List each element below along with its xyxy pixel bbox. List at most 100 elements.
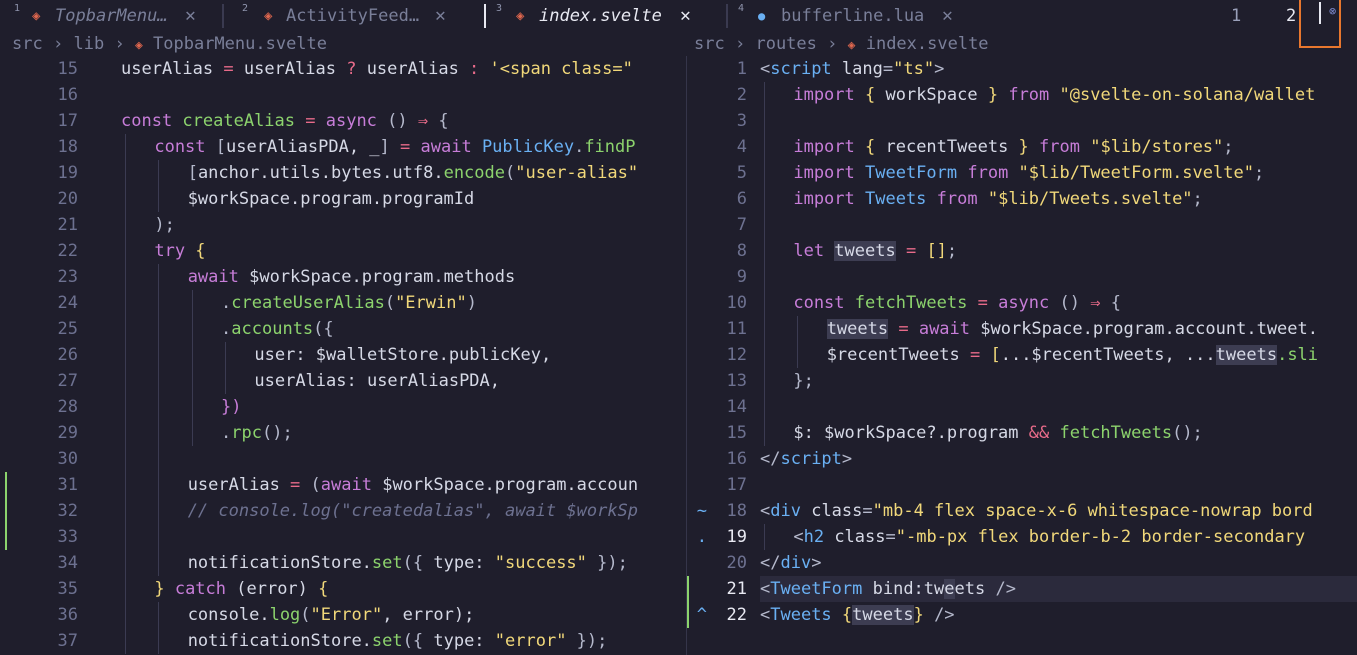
code-token: async — [325, 111, 388, 131]
code-token: console. — [187, 605, 270, 625]
tab-index-svelte[interactable]: 3 ◈ index.svelte ✕ — [490, 0, 720, 32]
line-number: 16 — [726, 449, 747, 469]
code-token: < — [760, 59, 771, 79]
code-token: (); — [1172, 423, 1203, 443]
tabpage-2[interactable]: 2 — [1286, 0, 1296, 32]
code-line[interactable]: $: $workSpace?.program && fetchTweets(); — [793, 420, 1202, 446]
breadcrumb-item[interactable]: routes — [755, 34, 816, 54]
tab-number: 2 — [242, 3, 249, 14]
close-icon[interactable]: ✕ — [185, 0, 196, 32]
code-line[interactable]: user: $walletStore.publicKey, — [254, 342, 551, 368]
code-line[interactable]: }) — [221, 394, 241, 420]
code-line[interactable]: }; — [793, 368, 813, 394]
line-number: 2 — [736, 85, 747, 105]
code-line[interactable]: <div class="mb-4 flex space-x-6 whitespa… — [760, 498, 1313, 524]
line-number: 16 — [57, 85, 78, 105]
breadcrumb-item[interactable]: src — [694, 34, 725, 54]
indent-guide — [764, 186, 765, 212]
indent-guide — [125, 472, 126, 498]
code-line[interactable]: const fetchTweets = async () ⇒ { — [793, 290, 1121, 316]
breadcrumb-item[interactable]: src — [12, 34, 43, 54]
code-line[interactable]: ); — [154, 212, 185, 238]
code-line[interactable]: <Tweets {tweets} /> — [760, 602, 955, 628]
code-token: h2 — [803, 527, 835, 547]
close-circle-icon[interactable]: ⊗ — [1329, 4, 1336, 18]
breadcrumb-item[interactable]: lib — [73, 34, 104, 54]
tabpage-1[interactable]: 1 — [1231, 0, 1241, 32]
code-line[interactable]: userAlias = userAlias ? userAlias : '<sp… — [121, 56, 633, 82]
code-line[interactable]: .rpc(); — [221, 420, 293, 446]
indent-guide — [225, 368, 227, 394]
code-token: ...$recentTweets, ... — [1000, 345, 1216, 365]
code-line[interactable]: userAlias = (await $workSpace.program.ac… — [188, 472, 638, 498]
close-all-button[interactable]: ⊗ — [1299, 0, 1341, 48]
code-line[interactable]: $recentTweets = [...$recentTweets, ...tw… — [827, 342, 1318, 368]
close-icon[interactable]: ✕ — [435, 0, 446, 32]
code-token: tweets — [852, 605, 914, 625]
code-line[interactable]: notificationStore.set({ type: "success" … — [188, 550, 628, 576]
code-token: userAlias — [121, 59, 214, 79]
code-token: lang — [841, 59, 883, 79]
code-token: userAlias — [366, 59, 459, 79]
code-token: createUserAlias — [231, 293, 385, 313]
code-line[interactable]: $workSpace.program.programId — [188, 186, 475, 212]
code-line[interactable]: const [userAliasPDA, _] = await PublicKe… — [154, 134, 635, 160]
code-token: from — [1039, 137, 1091, 157]
code-token: $: $workSpace?. — [793, 423, 947, 443]
code-line[interactable]: <TweetForm bind:tweets /> — [760, 576, 1016, 602]
code-line[interactable]: console.log("Error", error); — [188, 602, 475, 628]
code-token: catch — [174, 579, 237, 599]
tab-topbarmenu[interactable]: 1 ◈ TopbarMenu… ✕ — [10, 0, 210, 32]
code-line[interactable]: <script lang="ts"> — [760, 56, 944, 82]
breadcrumb-item[interactable]: index.svelte — [866, 34, 989, 54]
tab-number: 3 — [496, 3, 503, 14]
code-line[interactable]: tweets = await $workSpace.program.accoun… — [826, 316, 1318, 342]
right-editor-pane[interactable]: 1 <script lang="ts"> 2 import { workSpace }… — [687, 56, 1357, 655]
tab-number: 1 — [14, 3, 21, 14]
left-editor-pane[interactable]: 15 userAlias = userAlias ? userAlias : '<… — [0, 56, 686, 655]
code-line[interactable]: let tweets = []; — [793, 238, 957, 264]
indent-guide — [158, 368, 160, 394]
code-token: rpc — [231, 423, 262, 443]
code-token: = — [969, 345, 991, 365]
code-token: = — [295, 111, 326, 131]
code-token: }; — [793, 371, 814, 391]
indent-guide — [125, 134, 126, 160]
code-token: findP — [584, 137, 636, 157]
code-line[interactable]: notificationStore.set({ type: "error" })… — [188, 628, 608, 654]
indent-guide — [125, 446, 126, 472]
close-icon[interactable]: ✕ — [680, 0, 691, 32]
indent-guide — [125, 316, 126, 342]
code-token: anchor.utils.bytes.utf8. — [197, 163, 444, 183]
code-line[interactable]: </script> — [760, 446, 852, 472]
code-line[interactable]: userAlias: userAliasPDA, — [254, 368, 500, 394]
code-line[interactable]: .accounts({ — [221, 316, 334, 342]
code-line[interactable]: import TweetForm from "$lib/TweetForm.sv… — [793, 160, 1264, 186]
line-number: 17 — [726, 475, 747, 495]
close-icon[interactable]: ✕ — [942, 0, 953, 32]
code-line[interactable]: .createUserAlias("Erwin") — [221, 290, 477, 316]
code-line[interactable]: import { recentTweets } from "$lib/store… — [793, 134, 1233, 160]
code-line[interactable]: await $workSpace.program.methods — [188, 264, 516, 290]
code-token: const — [154, 137, 216, 157]
breadcrumb-item[interactable]: TopbarMenu.svelte — [153, 34, 327, 54]
code-token: } — [987, 85, 1009, 105]
code-line[interactable]: </div> — [760, 550, 821, 576]
code-token: "ts" — [893, 59, 935, 79]
code-line[interactable]: import Tweets from "$lib/Tweets.svelte"; — [793, 186, 1202, 212]
code-line[interactable]: const createAlias = async () ⇒ { — [121, 108, 449, 134]
code-token: await — [420, 137, 482, 157]
indent-guide — [191, 316, 193, 342]
code-line[interactable]: // console.log("createdalias", await $wo… — [188, 498, 638, 524]
code-line[interactable]: try { — [154, 238, 205, 264]
code-line[interactable]: [anchor.utils.bytes.utf8.encode("user-al… — [188, 160, 638, 186]
tab-separator — [484, 4, 486, 28]
tab-activityfeed[interactable]: 2 ◈ ActivityFeed… ✕ — [230, 0, 470, 32]
tab-bufferline-lua[interactable]: 4 ● bufferline.lua ✕ — [734, 0, 974, 32]
code-line[interactable]: } catch (error) { — [154, 576, 328, 602]
code-token: }); — [566, 631, 608, 651]
code-line[interactable]: import { workSpace } from "@svelte-on-so… — [793, 82, 1315, 108]
line-number: 19 — [57, 163, 78, 183]
code-line[interactable]: <h2 class="-mb-px flex border-b-2 border… — [793, 524, 1305, 550]
breadcrumb-separator: › — [827, 34, 838, 54]
